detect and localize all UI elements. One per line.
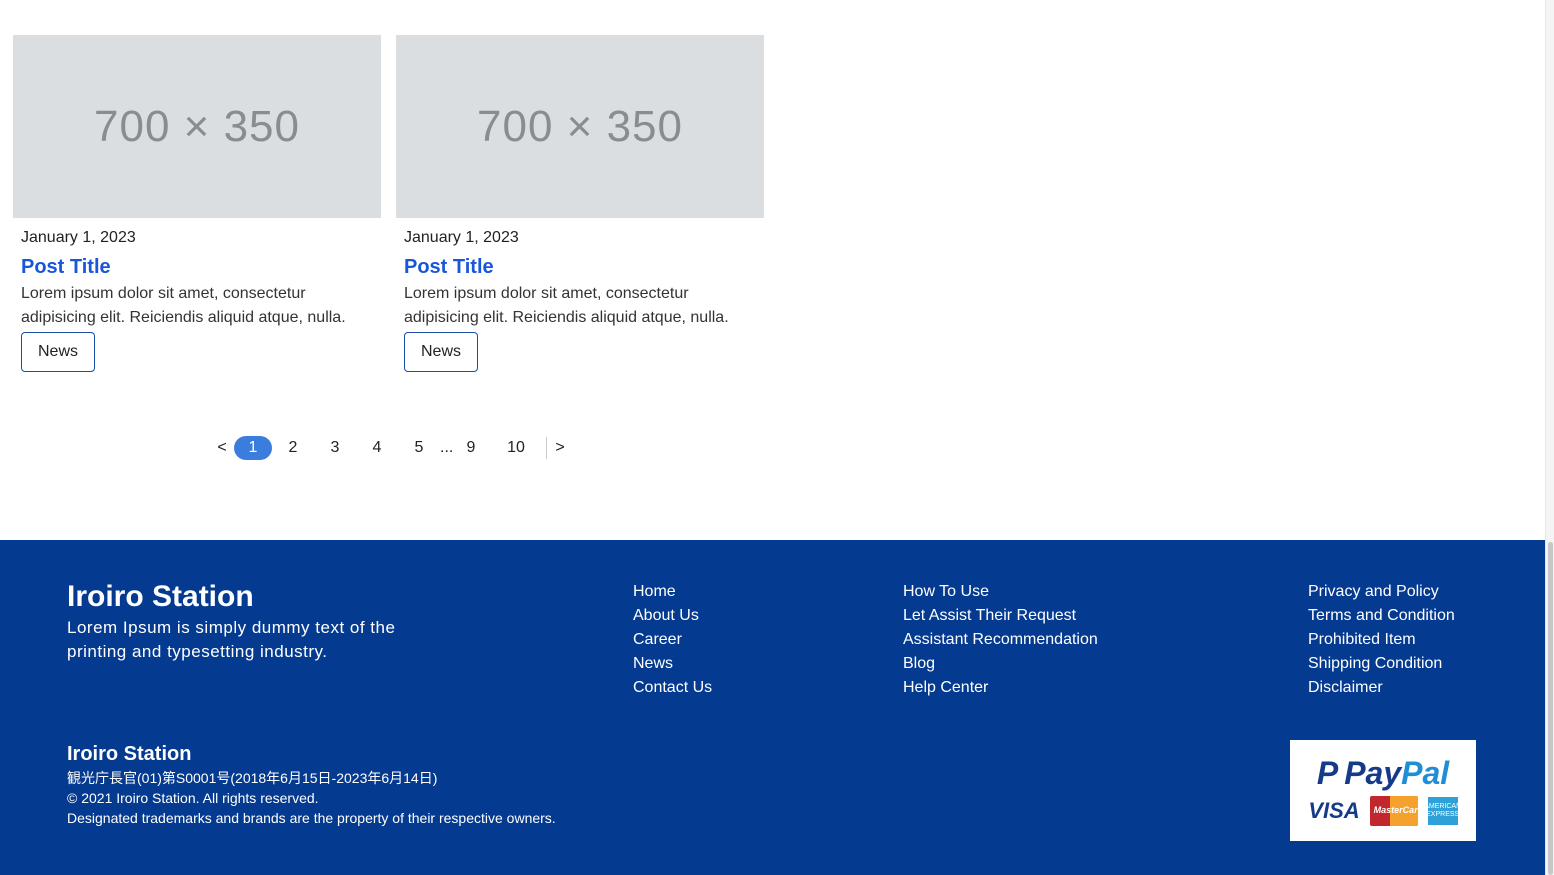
footer-brand: Iroiro Station: [67, 580, 254, 613]
pagination-prev-button[interactable]: <: [210, 439, 234, 457]
pagination: < 1 2 3 4 5 ... 9 10 >: [210, 434, 567, 462]
post-image-placeholder: 700 × 350: [396, 35, 764, 218]
pagination-page-2[interactable]: 2: [272, 439, 314, 457]
pagination-page-1[interactable]: 1: [234, 436, 272, 460]
amex-icon: AMERICAN EXPRESS: [1424, 797, 1461, 825]
pagination-page-10[interactable]: 10: [492, 439, 540, 457]
footer-link-how-to-use[interactable]: How To Use: [903, 580, 1098, 604]
post-tag-button[interactable]: News: [21, 332, 96, 372]
pagination-page-5[interactable]: 5: [398, 439, 440, 457]
post-title-link[interactable]: Post Title: [21, 254, 373, 280]
footer-link-blog[interactable]: Blog: [903, 652, 1098, 676]
pagination-page-3[interactable]: 3: [314, 439, 356, 457]
scrollbar-thumb[interactable]: [1548, 542, 1553, 875]
post-excerpt: Lorem ipsum dolor sit amet, consectetur …: [21, 285, 346, 326]
post-card: 700 × 350 January 1, 2023 Post Title Lor…: [396, 35, 764, 372]
pagination-ellipsis: ...: [440, 439, 454, 456]
footer-link-help-center[interactable]: Help Center: [903, 676, 1098, 700]
post-tag-button[interactable]: News: [404, 332, 479, 372]
pagination-page-4[interactable]: 4: [356, 439, 398, 457]
mastercard-icon: MasterCard: [1369, 796, 1418, 826]
paypal-pay-text: Pay: [1344, 755, 1402, 791]
paypal-icon: P: [1316, 755, 1339, 791]
post-card: 700 × 350 January 1, 2023 Post Title Lor…: [13, 35, 381, 372]
post-title-link[interactable]: Post Title: [404, 254, 756, 280]
footer-link-about-us[interactable]: About Us: [633, 604, 712, 628]
visa-icon: VISA: [1308, 798, 1360, 823]
footer-link-shipping-condition[interactable]: Shipping Condition: [1308, 652, 1455, 676]
pagination-divider: [546, 437, 547, 459]
footer-trademark: Designated trademarks and brands are the…: [67, 810, 556, 826]
footer-link-terms[interactable]: Terms and Condition: [1308, 604, 1455, 628]
footer-link-prohibited-item[interactable]: Prohibited Item: [1308, 628, 1455, 652]
payment-methods: P PayPal VISA MasterCard AMERICAN EXPRES…: [1290, 740, 1476, 841]
footer-links-legal: Privacy and Policy Terms and Condition P…: [1308, 580, 1455, 700]
footer-brand-secondary: Iroiro Station: [67, 743, 192, 765]
footer-link-privacy-policy[interactable]: Privacy and Policy: [1308, 580, 1455, 604]
footer-link-contact-us[interactable]: Contact Us: [633, 676, 712, 700]
pagination-next-button[interactable]: >: [553, 439, 567, 457]
footer-links-company: Home About Us Career News Contact Us: [633, 580, 712, 700]
footer-link-news[interactable]: News: [633, 652, 712, 676]
footer-description: Lorem Ipsum is simply dummy text of the …: [67, 618, 396, 661]
footer-legal-text: 観光庁長官(01)第S0001号(2018年6月15日-2023年6月14日) …: [67, 768, 556, 828]
main-content: 700 × 350 January 1, 2023 Post Title Lor…: [0, 0, 1546, 540]
card-logos: VISA MasterCard AMERICAN EXPRESS: [1308, 796, 1461, 826]
paypal-logo: P PayPal: [1317, 755, 1449, 792]
footer-license: 観光庁長官(01)第S0001号(2018年6月15日-2023年6月14日): [67, 770, 438, 786]
footer-link-career[interactable]: Career: [633, 628, 712, 652]
footer-link-disclaimer[interactable]: Disclaimer: [1308, 676, 1455, 700]
footer-link-assistant-recommendation[interactable]: Assistant Recommendation: [903, 628, 1098, 652]
pagination-page-9[interactable]: 9: [450, 439, 492, 457]
site-footer: Iroiro Station Lorem Ipsum is simply dum…: [0, 540, 1546, 875]
footer-links-help: How To Use Let Assist Their Request Assi…: [903, 580, 1098, 700]
post-date: January 1, 2023: [404, 229, 519, 246]
footer-link-assist-request[interactable]: Let Assist Their Request: [903, 604, 1098, 628]
footer-copyright: © 2021 Iroiro Station. All rights reserv…: [67, 790, 319, 806]
post-image-placeholder: 700 × 350: [13, 35, 381, 218]
post-excerpt: Lorem ipsum dolor sit amet, consectetur …: [404, 285, 729, 326]
paypal-pal-text: Pal: [1401, 755, 1450, 791]
post-date: January 1, 2023: [21, 229, 136, 246]
page-scrollbar[interactable]: [1545, 0, 1554, 875]
footer-link-home[interactable]: Home: [633, 580, 712, 604]
